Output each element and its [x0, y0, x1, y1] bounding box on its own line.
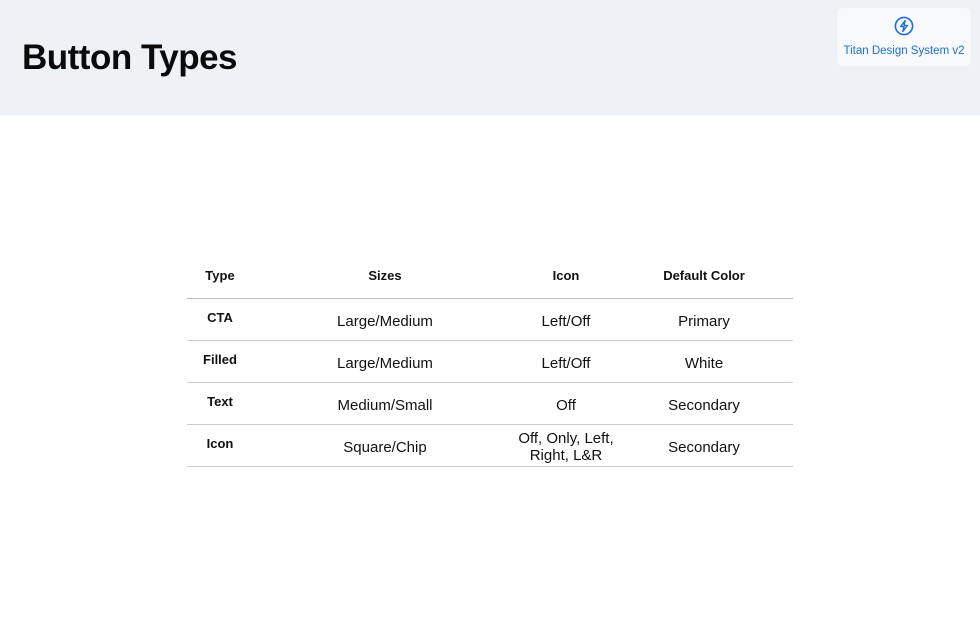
default-color-cell: Primary	[615, 298, 793, 341]
type-cell: Text	[187, 382, 253, 425]
sizes-cell: Medium/Small	[253, 382, 517, 425]
icon-cell: Left/Off	[517, 340, 615, 383]
type-cell: Filled	[187, 340, 253, 383]
icon-cell: Off	[517, 382, 615, 425]
sizes-cell: Large/Medium	[253, 298, 517, 341]
type-cell: Icon	[187, 424, 253, 467]
page-header: Button Types Titan Design System v2	[0, 0, 980, 115]
column-header-type: Type	[187, 253, 253, 299]
column-header-default-color: Default Color	[615, 253, 793, 299]
bolt-circle-icon	[894, 16, 914, 36]
page-title: Button Types	[22, 38, 238, 77]
icon-cell: Left/Off	[517, 298, 615, 341]
default-color-cell: White	[615, 340, 793, 383]
brand-name: Titan Design System v2	[843, 45, 965, 57]
sizes-cell: Square/Chip	[253, 424, 517, 467]
table-row: CTA Large/Medium Left/Off Primary	[187, 298, 793, 341]
table-row: Filled Large/Medium Left/Off White	[187, 340, 793, 383]
type-cell: CTA	[187, 298, 253, 341]
table-row: Text Medium/Small Off Secondary	[187, 382, 793, 425]
table-header-row: Type Sizes Icon Default Color	[187, 253, 793, 299]
column-header-sizes: Sizes	[253, 253, 517, 299]
sizes-cell: Large/Medium	[253, 340, 517, 383]
brand-badge: Titan Design System v2	[837, 8, 971, 66]
button-types-table: Type Sizes Icon Default Color CTA Large/…	[187, 253, 793, 467]
icon-cell: Off, Only, Left, Right, L&R	[517, 424, 615, 467]
table-row: Icon Square/Chip Off, Only, Left, Right,…	[187, 424, 793, 467]
default-color-cell: Secondary	[615, 424, 793, 467]
default-color-cell: Secondary	[615, 382, 793, 425]
column-header-icon: Icon	[517, 253, 615, 299]
